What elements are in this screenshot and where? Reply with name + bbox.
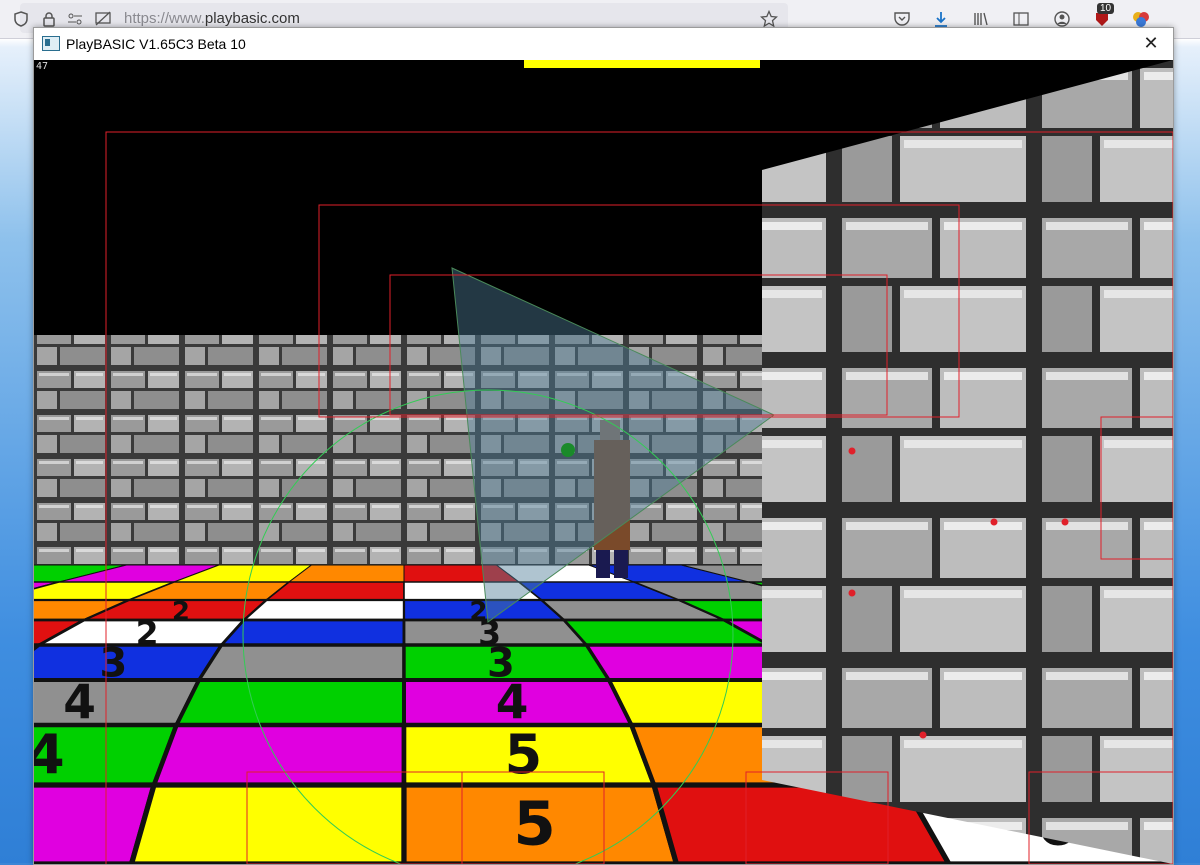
floor-tile	[241, 598, 406, 622]
account-icon[interactable]	[1053, 10, 1071, 28]
close-button[interactable]: ✕	[1129, 28, 1173, 60]
tile-number: 4	[34, 723, 65, 786]
floor-tile	[264, 581, 405, 601]
game-scene: 222222333333444444555556	[34, 60, 1173, 864]
star-icon[interactable]	[759, 9, 779, 28]
debug-point	[848, 589, 856, 597]
window-titlebar[interactable]: PlayBASIC V1.65C3 Beta 10 ✕	[34, 28, 1173, 60]
pocket-icon[interactable]	[893, 10, 911, 28]
player-marker	[561, 443, 575, 457]
floor-tile	[34, 678, 203, 727]
debug-point	[990, 518, 998, 526]
tile-number: 4	[63, 676, 96, 731]
health-bar	[524, 60, 760, 68]
extension-badge: 10	[1097, 3, 1115, 14]
url-prefix: https://www.	[124, 10, 205, 27]
shield-icon[interactable]	[12, 10, 30, 28]
tile-number: 5	[513, 789, 555, 860]
debug-point	[919, 731, 927, 739]
url-domain: playbasic.com	[204, 10, 300, 27]
library-icon[interactable]	[972, 10, 990, 28]
floor-tile	[218, 618, 406, 647]
game-viewport[interactable]: 222222333333444444555556 47	[34, 60, 1173, 864]
tile-number: 5	[505, 723, 543, 786]
floor-tile	[173, 678, 406, 727]
download-icon[interactable]	[932, 10, 950, 28]
debug-point	[848, 447, 856, 455]
tracking-icon[interactable]	[94, 10, 112, 28]
floor-tile	[195, 643, 406, 682]
near-wall	[762, 60, 1173, 864]
lock-icon[interactable]	[40, 10, 58, 28]
floor-tile	[150, 722, 407, 788]
app-icon	[42, 36, 60, 51]
url-text[interactable]: https://www.playbasic.com	[124, 10, 300, 27]
app-window: PlayBASIC V1.65C3 Beta 10 ✕ 2 2 2 3 3 3 …	[33, 27, 1174, 865]
fps-counter: 47	[36, 61, 49, 72]
debug-point	[1061, 518, 1069, 526]
permissions-icon[interactable]	[66, 10, 84, 28]
reader-icon[interactable]	[1012, 10, 1030, 28]
window-title: PlayBASIC V1.65C3 Beta 10	[66, 36, 246, 52]
floor-tile	[128, 782, 407, 864]
floor-tile	[34, 643, 225, 682]
profile-icon[interactable]	[1132, 10, 1150, 28]
